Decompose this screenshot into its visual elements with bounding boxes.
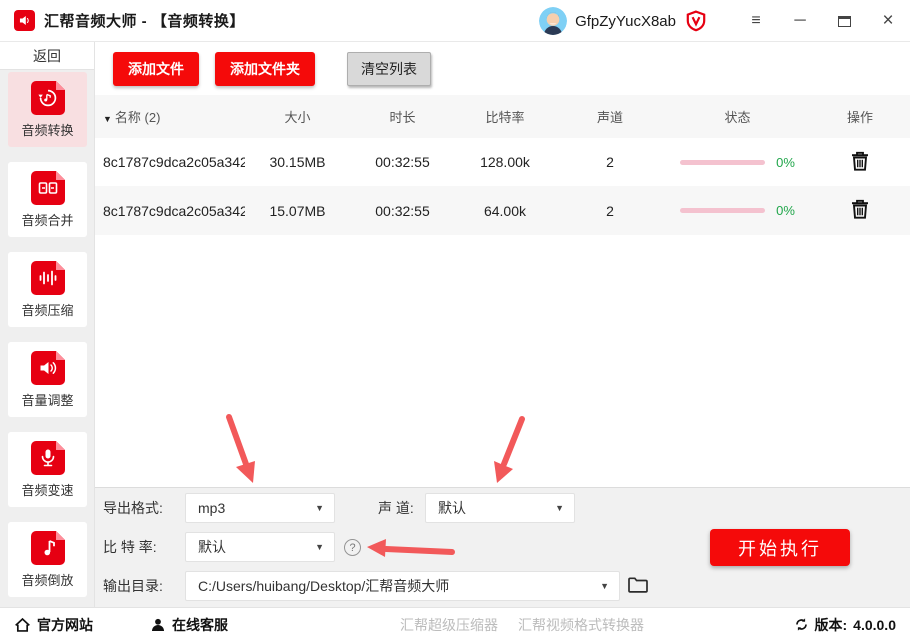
status-bar: 官方网站 在线客服 汇帮超级压缩器 汇帮视频格式转换器 版本: 4.0.0.0 xyxy=(0,607,910,640)
audio-compress-icon xyxy=(30,260,65,295)
file-bitrate: 128.00k xyxy=(480,154,530,170)
channel-label: 声 道: xyxy=(378,500,414,516)
add-file-button[interactable]: 添加文件 xyxy=(113,51,199,86)
version-label: 版本: xyxy=(814,616,848,633)
delete-file-button[interactable] xyxy=(810,199,910,222)
file-name: 8c1787c9dca2c05a342... xyxy=(103,154,245,170)
channel-select[interactable]: 默认 ▼ xyxy=(425,493,575,523)
progress-percent: 0% xyxy=(776,203,795,218)
column-header-channels: 声道 xyxy=(596,110,623,125)
bitrate-value: 默认 xyxy=(198,539,226,555)
column-header-duration: 时长 xyxy=(389,110,416,125)
table-row: 8c1787c9dca2c05a342... 15.07MB 00:32:55 … xyxy=(95,186,910,235)
chevron-down-icon: ▼ xyxy=(555,503,564,513)
column-header-size: 大小 xyxy=(284,110,311,125)
export-format-label: 导出格式: xyxy=(103,500,163,516)
progress-cell: 0% xyxy=(665,203,810,218)
bitrate-help-icon[interactable]: ? xyxy=(344,539,361,556)
clear-list-button[interactable]: 清空列表 xyxy=(347,51,431,86)
toolbar: 添加文件 添加文件夹 清空列表 xyxy=(96,42,910,95)
title-bar: 汇帮音频大师 - 【音频转换】 GfpZyYucX8ab ≡ ─ × xyxy=(0,0,910,42)
sidebar-item-label: 音频压缩 xyxy=(21,302,74,318)
chevron-down-icon: ▼ xyxy=(315,503,324,513)
progress-bar xyxy=(680,208,766,213)
audio-reverse-icon xyxy=(30,530,65,565)
file-bitrate: 64.00k xyxy=(483,202,527,219)
sidebar-item-audio-convert[interactable]: 音频转换 xyxy=(8,72,87,147)
start-execute-button[interactable]: 开始执行 xyxy=(710,529,850,566)
file-channels: 2 xyxy=(606,154,614,170)
output-dir-value: C:/Users/huibang/Desktop/汇帮音频大师 xyxy=(198,578,450,594)
audio-merge-icon xyxy=(30,170,65,205)
column-header-bitrate: 比特率 xyxy=(485,110,525,125)
app-logo-speaker-icon xyxy=(14,10,35,31)
audio-convert-icon xyxy=(30,80,65,115)
channel-value: 默认 xyxy=(438,500,466,516)
user-avatar[interactable] xyxy=(539,7,568,35)
super-compressor-link[interactable]: 汇帮超级压缩器 xyxy=(400,608,498,641)
sidebar-item-label: 音频合并 xyxy=(21,212,74,228)
table-header: ▼ 名称 (2) 大小 时长 比特率 声道 状态 操作 xyxy=(95,95,910,138)
file-channels: 2 xyxy=(606,202,614,219)
vip-badge-icon[interactable] xyxy=(684,9,708,33)
sidebar-item-volume-adjust[interactable]: 音量调整 xyxy=(8,342,87,417)
sidebar-item-label: 音频变速 xyxy=(21,482,74,498)
bitrate-label: 比 特 率: xyxy=(103,539,157,555)
person-icon xyxy=(152,618,164,631)
column-header-name[interactable]: ▼ 名称 (2) xyxy=(95,107,245,126)
window-title: 汇帮音频大师 - 【音频转换】 xyxy=(44,13,245,30)
export-format-value: mp3 xyxy=(198,500,226,516)
home-icon xyxy=(15,617,30,632)
audio-speed-icon xyxy=(30,440,65,475)
menu-button[interactable]: ≡ xyxy=(734,0,778,42)
column-header-operation: 操作 xyxy=(846,110,873,125)
refresh-icon xyxy=(795,618,807,631)
settings-panel: 导出格式: mp3 ▼ 声 道: 默认 ▼ 比 特 率: 默认 ▼ ? 开始执行… xyxy=(95,487,910,607)
back-button[interactable]: 返回 xyxy=(0,42,95,70)
browse-folder-button[interactable] xyxy=(626,574,650,598)
minimize-button[interactable]: ─ xyxy=(778,0,822,42)
maximize-button[interactable] xyxy=(822,0,866,42)
chevron-down-icon: ▼ xyxy=(315,542,324,552)
file-duration: 00:32:55 xyxy=(375,202,430,219)
maximize-icon xyxy=(837,15,851,27)
file-duration: 00:32:55 xyxy=(375,154,430,170)
video-converter-link[interactable]: 汇帮视频格式转换器 xyxy=(518,608,644,641)
close-button[interactable]: × xyxy=(866,0,910,42)
sidebar-item-label: 音频转换 xyxy=(21,122,74,138)
output-dir-label: 输出目录: xyxy=(103,578,163,594)
sidebar-item-audio-merge[interactable]: 音频合并 xyxy=(8,162,87,237)
table-row: 8c1787c9dca2c05a342... 30.15MB 00:32:55 … xyxy=(95,138,910,186)
add-folder-button[interactable]: 添加文件夹 xyxy=(215,51,315,86)
sidebar-item-audio-speed[interactable]: 音频变速 xyxy=(8,432,87,507)
username-text: GfpZyYucX8ab xyxy=(575,12,676,30)
progress-percent: 0% xyxy=(776,154,795,170)
chevron-down-icon: ▼ xyxy=(600,581,609,591)
sort-caret-icon: ▼ xyxy=(103,114,112,124)
folder-icon xyxy=(628,576,648,593)
volume-adjust-icon xyxy=(30,350,65,385)
online-service-link[interactable]: 在线客服 xyxy=(150,608,228,641)
sidebar-item-audio-compress[interactable]: 音频压缩 xyxy=(8,252,87,327)
official-website-link[interactable]: 官方网站 xyxy=(14,608,93,641)
progress-cell: 0% xyxy=(665,155,810,170)
sidebar-item-label: 音频倒放 xyxy=(21,572,74,588)
trash-icon xyxy=(852,199,868,219)
export-format-select[interactable]: mp3 ▼ xyxy=(185,493,335,523)
bitrate-select[interactable]: 默认 ▼ xyxy=(185,532,335,562)
progress-bar xyxy=(680,159,766,165)
sidebar-item-audio-reverse[interactable]: 音频倒放 xyxy=(8,522,87,597)
file-size: 30.15MB xyxy=(269,154,326,170)
trash-icon xyxy=(852,151,868,171)
file-size: 15.07MB xyxy=(269,202,326,219)
sidebar-item-label: 音量调整 xyxy=(21,392,74,408)
delete-file-button[interactable] xyxy=(810,151,910,174)
column-header-status: 状态 xyxy=(724,110,751,125)
version-info: 版本: 4.0.0.0 xyxy=(794,608,896,641)
file-name: 8c1787c9dca2c05a342... xyxy=(103,202,245,219)
output-dir-select[interactable]: C:/Users/huibang/Desktop/汇帮音频大师 ▼ xyxy=(185,571,620,601)
version-value: 4.0.0.0 xyxy=(853,616,896,633)
